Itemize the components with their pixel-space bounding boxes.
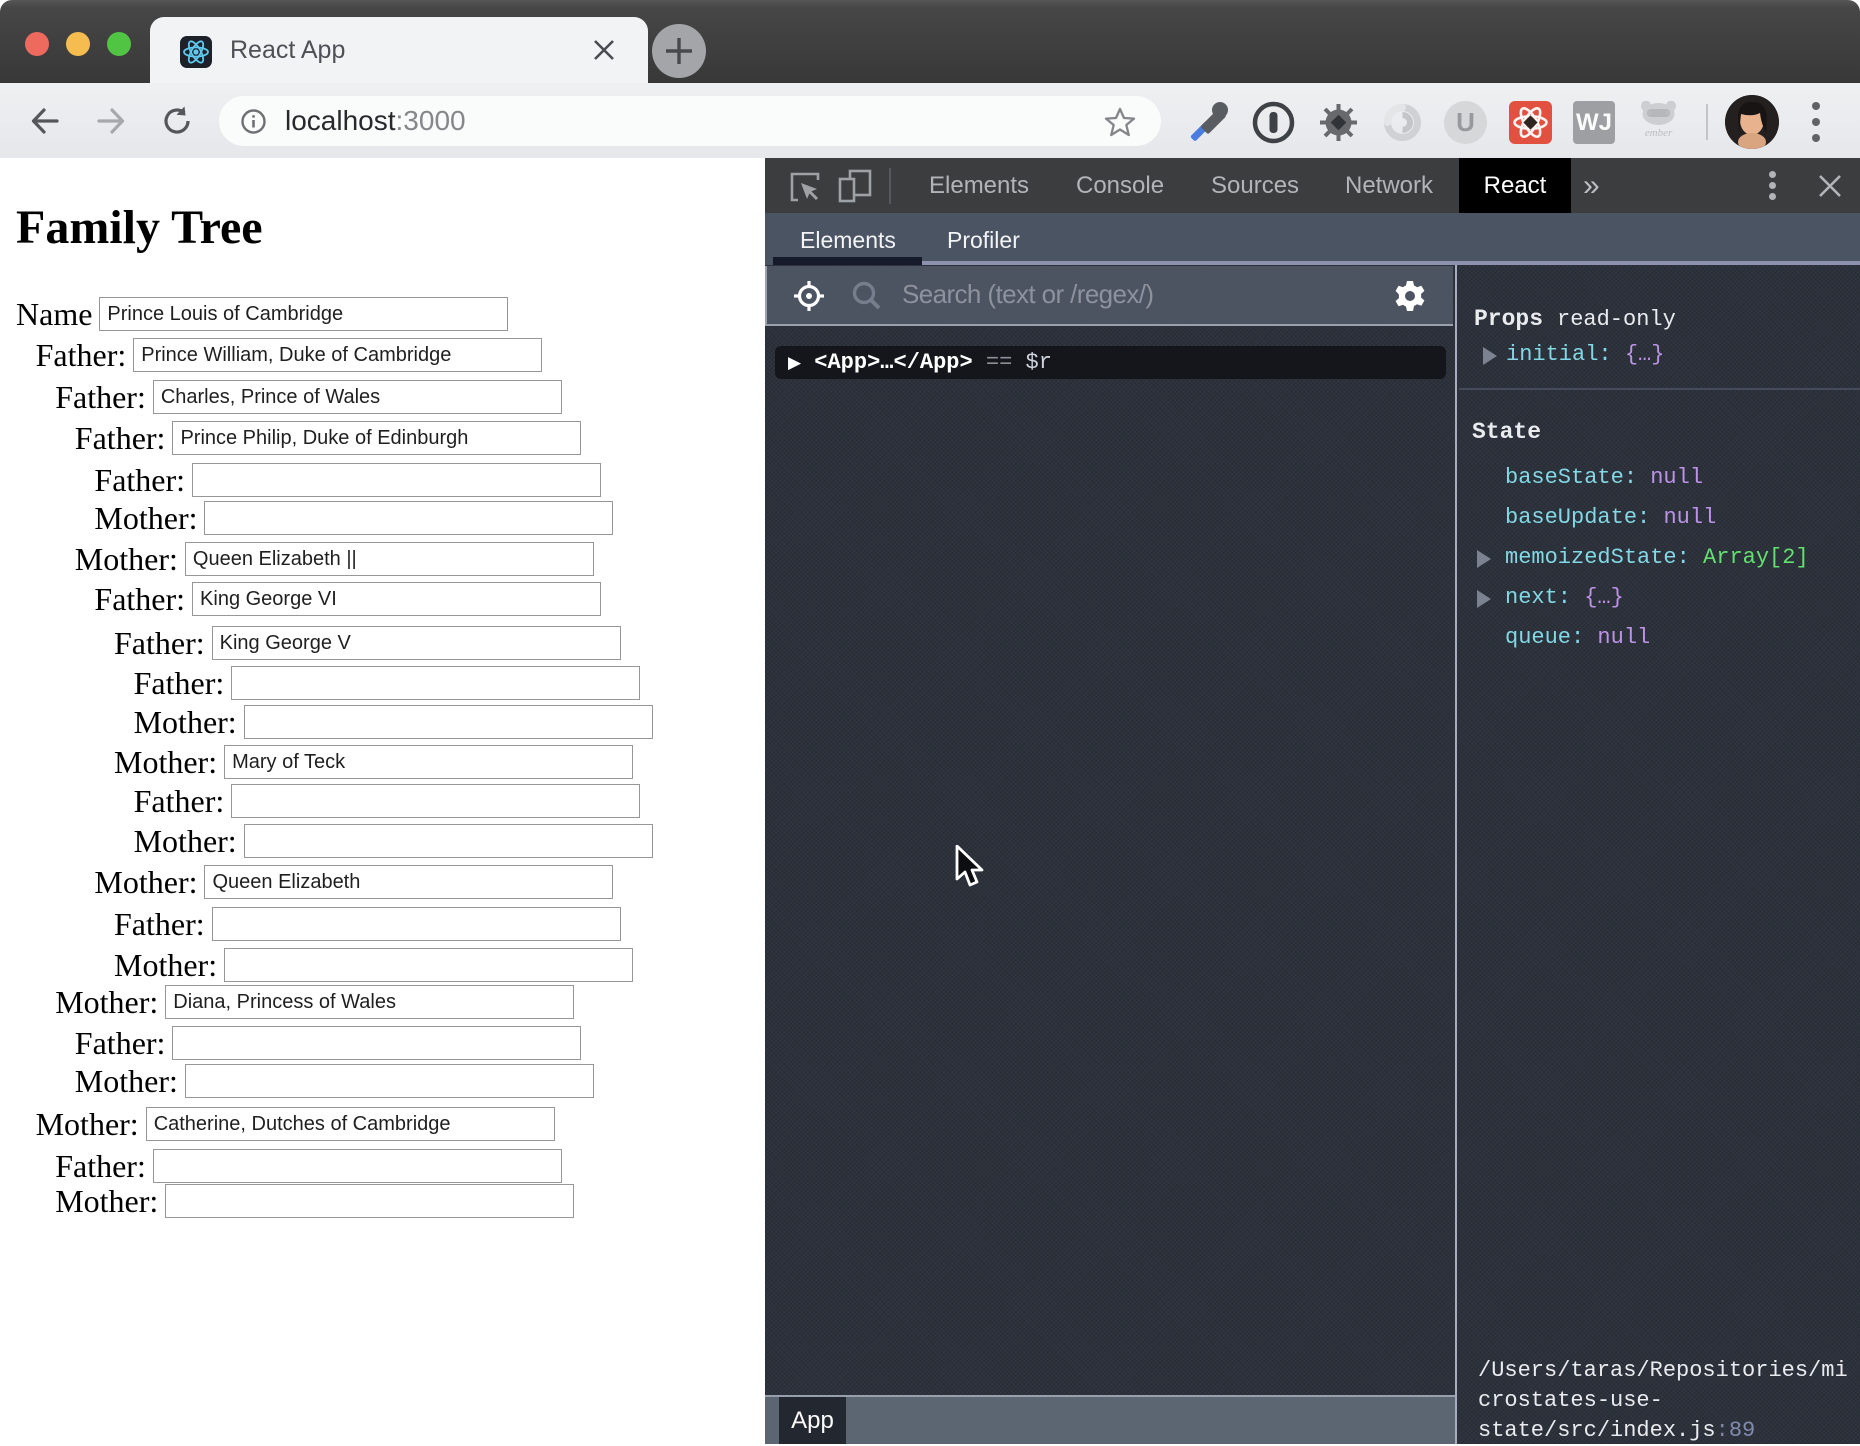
svg-text:ember: ember: [1645, 127, 1673, 139]
